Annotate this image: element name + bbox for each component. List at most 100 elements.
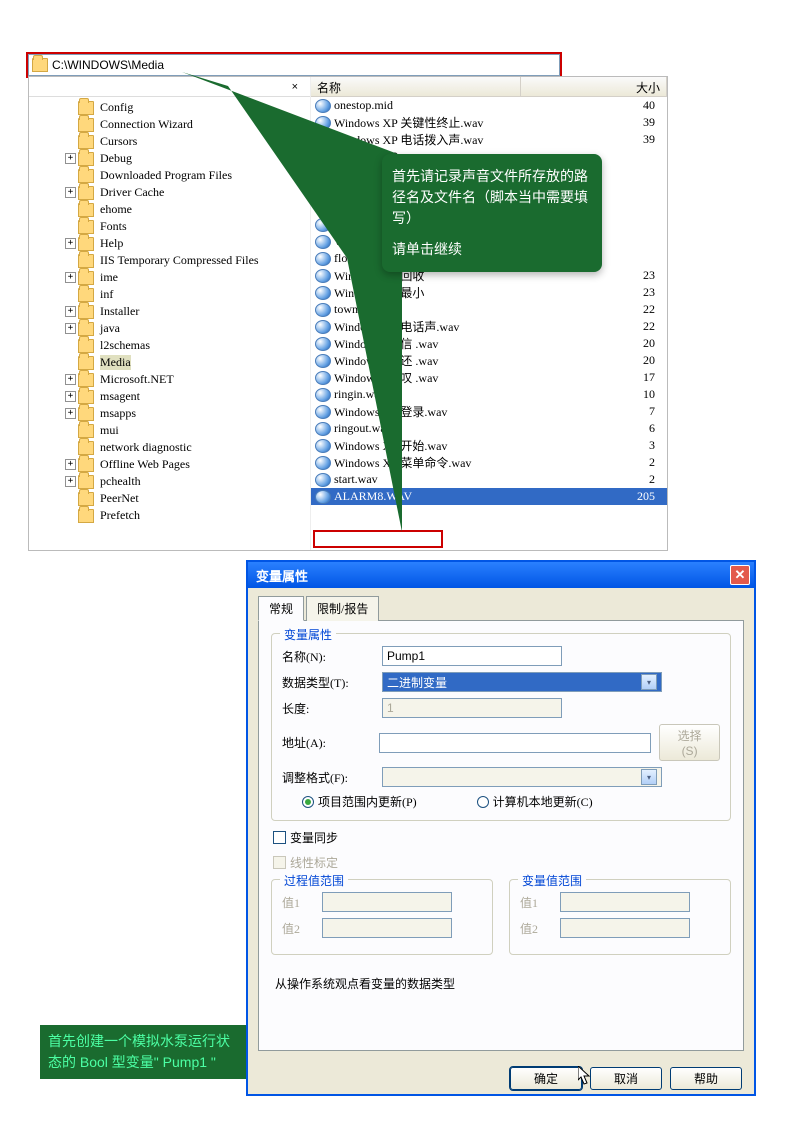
chevron-down-icon: ▾ (641, 674, 657, 690)
tree-label: Installer (100, 304, 139, 319)
tree-label: pchealth (100, 474, 141, 489)
expander-icon[interactable]: + (65, 323, 76, 334)
tree-label: l2schemas (100, 338, 150, 353)
file-size: 23 (524, 285, 667, 300)
expander-icon[interactable]: + (65, 459, 76, 470)
folder-icon (78, 373, 94, 387)
column-size[interactable]: 大小 (521, 77, 667, 96)
address-input[interactable] (379, 733, 651, 753)
group-legend: 变量值范围 (518, 872, 586, 889)
checkbox-linear: 线性标定 (273, 854, 729, 871)
tree-label: Driver Cache (100, 185, 164, 200)
tree-label: Offline Web Pages (100, 457, 190, 472)
tree-label: ime (100, 270, 118, 285)
expander-icon[interactable]: + (65, 272, 76, 283)
folder-icon (78, 339, 94, 353)
ok-button[interactable]: 确定 (510, 1067, 582, 1090)
folder-icon (78, 441, 94, 455)
tree-label: Prefetch (100, 508, 140, 523)
checkbox-icon (273, 831, 286, 844)
folder-icon (78, 356, 94, 370)
name-input[interactable] (382, 646, 562, 666)
format-select: ▾ (382, 767, 662, 787)
val1-label: 值1 (520, 894, 560, 911)
expander-icon[interactable]: + (65, 187, 76, 198)
tree-label: Help (100, 236, 123, 251)
select-button: 选择(S) (659, 724, 720, 761)
callout-line2: 请单击继续 (392, 239, 592, 260)
tab-general[interactable]: 常规 (258, 596, 304, 621)
folder-icon (78, 458, 94, 472)
file-size: 205 (524, 489, 667, 504)
tree-label: network diagnostic (100, 440, 192, 455)
chevron-down-icon: ▾ (641, 769, 657, 785)
file-size: 6 (524, 421, 667, 436)
radio-project-update[interactable]: 项目范围内更新(P) (302, 793, 417, 810)
expander-icon[interactable]: + (65, 476, 76, 487)
file-size: 20 (524, 353, 667, 368)
file-size: 39 (524, 132, 667, 147)
tab-panel: 变量属性 名称(N): 数据类型(T): 二进制变量 ▾ 长度: (258, 621, 744, 1051)
folder-icon (78, 135, 94, 149)
val2-label: 值2 (282, 920, 322, 937)
dialog-title: 变量属性 (256, 566, 308, 585)
radio-local-update[interactable]: 计算机本地更新(C) (477, 793, 593, 810)
folder-icon (78, 186, 94, 200)
datatype-label: 数据类型(T): (282, 674, 382, 691)
file-size: 10 (524, 387, 667, 402)
file-size: 40 (524, 98, 667, 113)
file-size: 7 (524, 404, 667, 419)
address-path: C:\WINDOWS\Media (52, 58, 164, 72)
folder-icon (78, 509, 94, 523)
tree-label: msagent (100, 389, 140, 404)
tab-limit[interactable]: 限制/报告 (306, 596, 379, 621)
expander-icon[interactable]: + (65, 238, 76, 249)
datatype-value: 二进制变量 (387, 674, 447, 691)
tree-label: Connection Wizard (100, 117, 193, 132)
close-button[interactable]: ✕ (730, 565, 750, 585)
radio-icon (302, 796, 314, 808)
expander-icon[interactable]: + (65, 408, 76, 419)
expander-icon[interactable]: + (65, 374, 76, 385)
folder-icon (78, 118, 94, 132)
dialog-titlebar[interactable]: 变量属性 ✕ (248, 562, 754, 588)
folder-icon (78, 322, 94, 336)
variable-properties-group: 变量属性 名称(N): 数据类型(T): 二进制变量 ▾ 长度: (271, 633, 731, 821)
help-button[interactable]: 帮助 (670, 1067, 742, 1090)
folder-icon (78, 254, 94, 268)
tree-label: Cursors (100, 134, 137, 149)
folder-icon (78, 475, 94, 489)
file-size: 17 (524, 370, 667, 385)
tree-label: Fonts (100, 219, 127, 234)
folder-icon (78, 288, 94, 302)
datatype-description: 从操作系统观点看变量的数据类型 (275, 975, 727, 992)
name-label: 名称(N): (282, 648, 382, 665)
tab-bar: 常规 限制/报告 (258, 596, 744, 621)
tree-label: Debug (100, 151, 132, 166)
file-size: 2 (524, 455, 667, 470)
folder-icon (78, 407, 94, 421)
folder-icon (78, 220, 94, 234)
var-val1-input (560, 892, 690, 912)
expander-icon[interactable]: + (65, 391, 76, 402)
dialog-button-row: 确定 取消 帮助 (248, 1059, 754, 1098)
expander-icon[interactable]: + (65, 153, 76, 164)
folder-icon (78, 203, 94, 217)
val2-label: 值2 (520, 920, 560, 937)
folder-icon (78, 169, 94, 183)
file-size: 3 (524, 438, 667, 453)
folder-icon (78, 237, 94, 251)
checkbox-sync[interactable]: 变量同步 (273, 829, 729, 846)
checkbox-icon (273, 856, 286, 869)
file-size: 22 (524, 302, 667, 317)
bottom-instruction-caption: 首先创建一个模拟水泵运行状态的 Bool 型变量" Pump1 " (40, 1025, 246, 1079)
length-input (382, 698, 562, 718)
folder-icon (78, 492, 94, 506)
sync-label: 变量同步 (290, 829, 338, 846)
datatype-select[interactable]: 二进制变量 ▾ (382, 672, 662, 692)
radio-icon (477, 796, 489, 808)
cancel-button[interactable]: 取消 (590, 1067, 662, 1090)
process-val2-input (322, 918, 452, 938)
val1-label: 值1 (282, 894, 322, 911)
expander-icon[interactable]: + (65, 306, 76, 317)
